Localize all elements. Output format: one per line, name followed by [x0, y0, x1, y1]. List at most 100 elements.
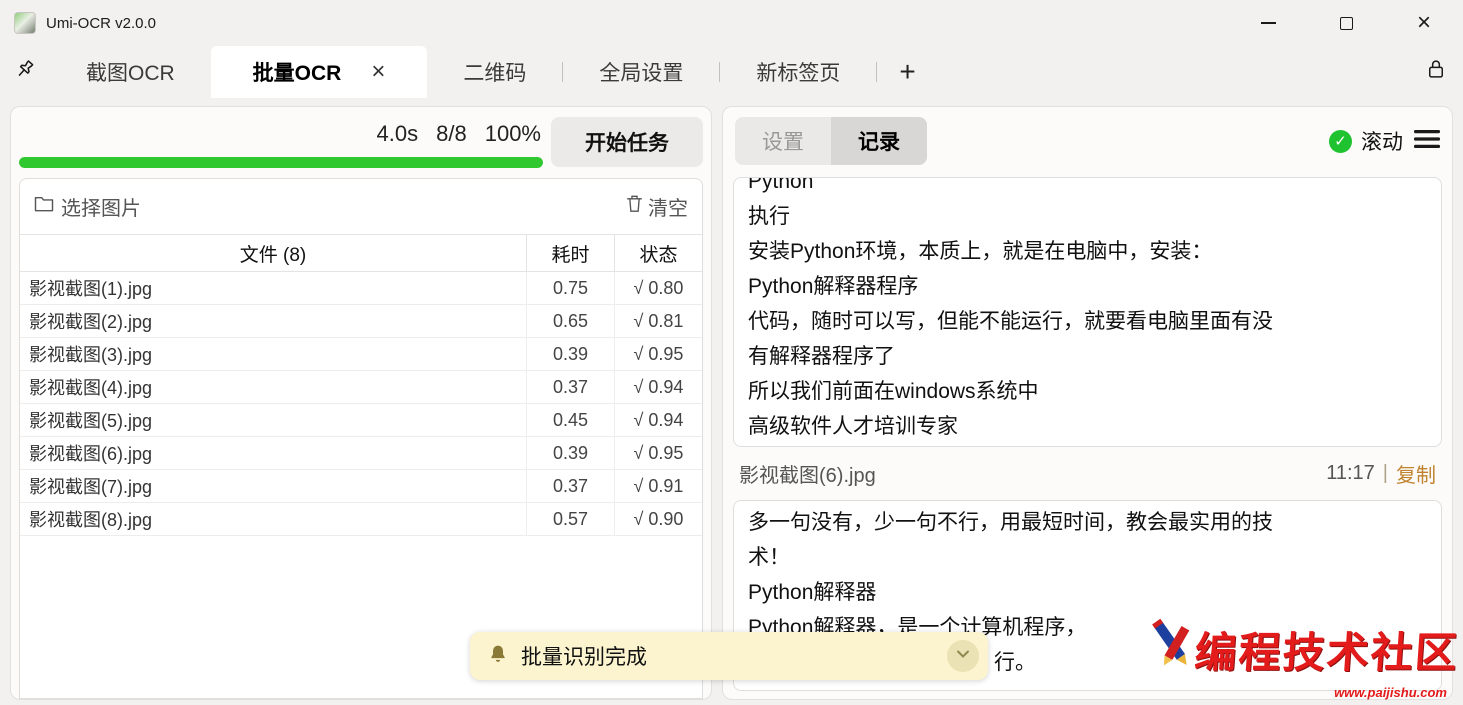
- tab-records[interactable]: 记录: [831, 117, 927, 165]
- results-toolbar: 设置 记录 ✓ 滚动: [723, 107, 1452, 175]
- file-name: 影视截图(5).jpg: [20, 404, 526, 436]
- menu-icon: [1414, 129, 1440, 154]
- file-name: 影视截图(2).jpg: [20, 305, 526, 337]
- ocr-result-text[interactable]: Python 执行 安装Python环境，本质上，就是在电脑中，安装： Pyth…: [733, 177, 1442, 447]
- table-row[interactable]: 影视截图(7).jpg 0.37 √ 0.91: [20, 470, 702, 503]
- minimize-icon: [1261, 22, 1276, 24]
- start-task-button[interactable]: 开始任务: [551, 117, 703, 167]
- ocr-text-line: 有解释器程序了: [748, 339, 1427, 374]
- file-status: √ 0.94: [614, 404, 702, 436]
- notification-toast: 批量识别完成: [470, 632, 988, 680]
- file-name: 影视截图(8).jpg: [20, 503, 526, 535]
- lock-button[interactable]: [1409, 46, 1463, 98]
- progress-area: 4.0s 8/8 100% 开始任务: [11, 107, 711, 168]
- file-time: 0.37: [526, 470, 614, 502]
- file-status: √ 0.95: [614, 338, 702, 370]
- progress-bar: [19, 157, 543, 168]
- tab-qrcode[interactable]: 二维码: [427, 46, 562, 98]
- column-header-time: 耗时: [526, 235, 614, 271]
- tab-global-settings[interactable]: 全局设置: [563, 46, 719, 98]
- ocr-text-line: 多一句没有，少一句不行，用最短时间，教会最实用的技: [748, 505, 1427, 540]
- progress-stats: 4.0s 8/8 100%: [377, 117, 543, 157]
- table-row[interactable]: 影视截图(3).jpg 0.39 √ 0.95: [20, 338, 702, 371]
- column-header-file: 文件 (8): [20, 235, 526, 271]
- tab-label: 全局设置: [599, 57, 683, 87]
- progress-percent: 100%: [485, 121, 541, 147]
- ocr-text-line: Python解释器: [748, 575, 1427, 610]
- clear-label: 清空: [648, 192, 688, 221]
- table-header: 文件 (8) 耗时 状态: [20, 234, 702, 272]
- app-icon: [14, 12, 36, 34]
- file-name: 影视截图(6).jpg: [20, 437, 526, 469]
- table-row[interactable]: 影视截图(1).jpg 0.75 √ 0.80: [20, 272, 702, 305]
- ocr-text-line: 代码，随时可以写，但能不能运行，就要看电脑里面有没: [748, 304, 1427, 339]
- close-button[interactable]: ×: [1385, 0, 1463, 46]
- table-row[interactable]: 影视截图(8).jpg 0.57 √ 0.90: [20, 503, 702, 536]
- file-status: √ 0.91: [614, 470, 702, 502]
- file-time: 0.39: [526, 437, 614, 469]
- folder-icon: [34, 195, 54, 218]
- tab-screenshot-ocr[interactable]: 截图OCR: [50, 46, 211, 98]
- ocr-text-line: 执行: [748, 199, 1427, 234]
- tab-batch-ocr[interactable]: 批量OCR ×: [211, 46, 428, 98]
- table-row[interactable]: 影视截图(2).jpg 0.65 √ 0.81: [20, 305, 702, 338]
- file-list-card: 选择图片 清空 文件 (8) 耗时 状态 影视截图(1).jpg 0.75: [19, 178, 703, 699]
- column-header-status: 状态: [614, 235, 702, 271]
- bell-icon: [488, 643, 508, 670]
- select-images-button[interactable]: 选择图片: [34, 192, 141, 221]
- file-status: √ 0.94: [614, 371, 702, 403]
- file-name: 影视截图(1).jpg: [20, 272, 526, 304]
- file-time: 0.39: [526, 338, 614, 370]
- record-separator: |: [1383, 462, 1388, 485]
- title-bar: Umi-OCR v2.0.0 ×: [0, 0, 1463, 46]
- chevron-down-icon: [955, 646, 971, 667]
- tab-label: 新标签页: [756, 57, 840, 87]
- window-controls: ×: [1229, 0, 1463, 46]
- file-count: 8/8: [436, 121, 467, 147]
- menu-button[interactable]: [1414, 129, 1440, 154]
- tab-close-icon[interactable]: ×: [371, 60, 385, 84]
- elapsed-time: 4.0s: [377, 121, 419, 147]
- tab-label: 二维码: [463, 57, 526, 87]
- file-status: √ 0.81: [614, 305, 702, 337]
- file-time: 0.45: [526, 404, 614, 436]
- batch-ocr-panel: 4.0s 8/8 100% 开始任务 选择图片: [10, 106, 712, 700]
- copy-link[interactable]: 复制: [1396, 459, 1436, 488]
- record-title: 影视截图(6).jpg: [739, 459, 876, 488]
- file-time: 0.65: [526, 305, 614, 337]
- select-images-label: 选择图片: [61, 192, 141, 221]
- file-time: 0.37: [526, 371, 614, 403]
- ocr-text-line: 所以我们前面在windows系统中: [748, 374, 1427, 409]
- tab-label: 批量OCR: [253, 57, 342, 87]
- clear-button[interactable]: 清空: [626, 192, 688, 221]
- file-status: √ 0.80: [614, 272, 702, 304]
- table-row[interactable]: 影视截图(4).jpg 0.37 √ 0.94: [20, 371, 702, 404]
- tab-new-page[interactable]: 新标签页: [720, 46, 876, 98]
- file-name: 影视截图(7).jpg: [20, 470, 526, 502]
- scroll-checkbox[interactable]: ✓ 滚动: [1329, 126, 1403, 156]
- pin-button[interactable]: [0, 46, 50, 98]
- trash-icon: [626, 194, 643, 219]
- record-time: 11:17: [1326, 462, 1375, 485]
- tab-settings[interactable]: 设置: [735, 117, 831, 165]
- file-status: √ 0.95: [614, 437, 702, 469]
- minimize-button[interactable]: [1229, 0, 1307, 46]
- results-panel: 设置 记录 ✓ 滚动 Python 执行 安装Python环境，本质上，就是在: [722, 106, 1453, 700]
- table-row[interactable]: 影视截图(6).jpg 0.39 √ 0.95: [20, 437, 702, 470]
- file-time: 0.57: [526, 503, 614, 535]
- toast-collapse-button[interactable]: [947, 640, 979, 672]
- lock-icon: [1426, 58, 1446, 86]
- ocr-text-line: Python解释器程序: [748, 269, 1427, 304]
- progress-bar-fill: [19, 157, 543, 168]
- tab-bar: 截图OCR 批量OCR × 二维码 全局设置 新标签页 +: [0, 46, 1463, 98]
- add-tab-button[interactable]: +: [877, 46, 937, 98]
- maximize-button[interactable]: [1307, 0, 1385, 46]
- ocr-text-line: 安装Python环境，本质上，就是在电脑中，安装：: [748, 234, 1427, 269]
- tab-label: 截图OCR: [86, 57, 175, 87]
- record-header: 影视截图(6).jpg 11:17 | 复制: [723, 447, 1452, 500]
- watermark-url: www.paijishu.com: [1147, 684, 1459, 703]
- maximize-icon: [1340, 17, 1353, 30]
- file-name: 影视截图(4).jpg: [20, 371, 526, 403]
- table-row[interactable]: 影视截图(5).jpg 0.45 √ 0.94: [20, 404, 702, 437]
- app-title: Umi-OCR v2.0.0: [46, 15, 156, 32]
